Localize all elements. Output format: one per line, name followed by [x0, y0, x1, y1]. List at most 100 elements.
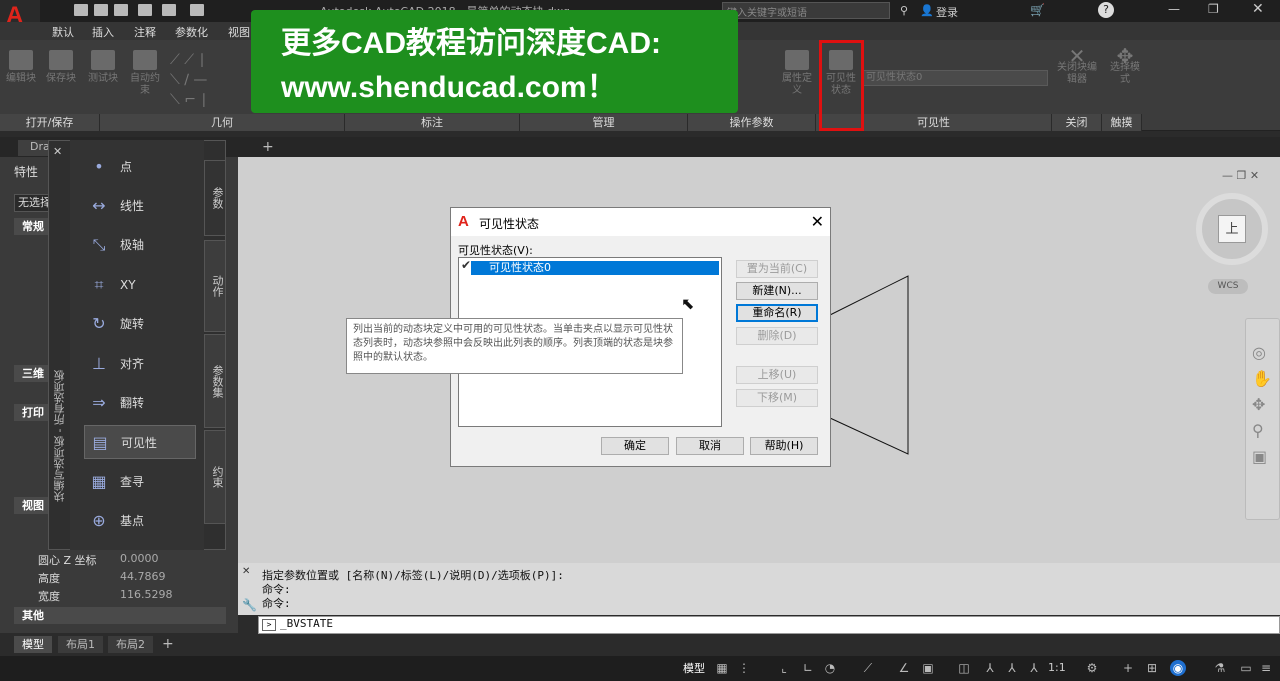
tab-model[interactable]: 模型: [14, 636, 52, 653]
grid-icon[interactable]: ▦: [714, 660, 730, 676]
auto-scale-icon[interactable]: ⅄: [1004, 660, 1020, 676]
palette-item-linear[interactable]: ↔ 线性: [84, 189, 196, 223]
section-view[interactable]: 视图: [14, 497, 50, 514]
palette-close-icon[interactable]: ✕: [53, 145, 62, 158]
quick-properties-icon[interactable]: ⊞: [1144, 660, 1160, 676]
palette-item-rotation[interactable]: ↻ 旋转: [84, 307, 196, 341]
model-space-toggle[interactable]: 模型: [683, 660, 705, 676]
dialog-close-icon[interactable]: ✕: [811, 212, 824, 231]
crosshair-plus-icon[interactable]: +: [1120, 660, 1136, 676]
new-file-icon[interactable]: [74, 4, 88, 16]
palette-item-xy[interactable]: ⌗ XY: [84, 268, 196, 302]
cart-icon[interactable]: 🛒: [1030, 3, 1045, 17]
user-icon[interactable]: 👤: [920, 4, 934, 17]
annotation-scale-icon[interactable]: ⅄: [1026, 660, 1042, 676]
login-link[interactable]: 登录: [936, 4, 958, 20]
ok-button[interactable]: 确定: [601, 437, 669, 455]
cancel-button[interactable]: 取消: [676, 437, 744, 455]
isolate-objects-icon[interactable]: ◉: [1170, 660, 1186, 676]
add-layout-plus-icon[interactable]: +: [162, 636, 174, 652]
new-state-button[interactable]: 新建(N)...: [736, 282, 818, 300]
palette-item-visibility[interactable]: ▤ 可见性: [84, 425, 196, 459]
save-icon[interactable]: [114, 4, 128, 16]
binoculars-icon[interactable]: ⚲: [900, 4, 908, 17]
section-general[interactable]: 常规: [14, 218, 50, 235]
tab-parametric[interactable]: 参数化: [175, 24, 208, 40]
print-icon[interactable]: [138, 4, 152, 16]
command-close-icon[interactable]: ✕: [242, 566, 250, 577]
minimize-icon[interactable]: —: [1168, 2, 1180, 16]
polar-tracking-icon[interactable]: ◔: [822, 660, 838, 676]
open-file-icon[interactable]: [94, 4, 108, 16]
restore-icon[interactable]: ❐: [1208, 2, 1219, 16]
move-down-button[interactable]: 下移(M): [736, 389, 818, 407]
command-customize-icon[interactable]: 🔧: [242, 598, 257, 612]
palette-tab-parameter-sets[interactable]: 参数集: [204, 334, 226, 428]
command-input[interactable]: > _BVSTATE: [258, 616, 1280, 634]
save-block-button[interactable]: 保存块: [44, 50, 78, 85]
object-snap-tracking-icon[interactable]: ∠: [896, 660, 912, 676]
ortho-icon[interactable]: ∟: [800, 660, 816, 676]
section-other[interactable]: 其他: [14, 607, 226, 624]
panel-manage[interactable]: 管理: [520, 114, 688, 131]
hardware-acceleration-icon[interactable]: ⚗: [1212, 660, 1228, 676]
section-3d[interactable]: 三维: [14, 365, 50, 382]
panel-open-save[interactable]: 打开/保存: [0, 114, 100, 131]
scale-dropdown[interactable]: 1:1: [1048, 661, 1066, 674]
help-button[interactable]: 帮助(H): [750, 437, 818, 455]
panel-action-params[interactable]: 操作参数: [688, 114, 816, 131]
nav-tools-icons[interactable]: ◎ ✋ ✥ ⚲ ▣: [1252, 340, 1272, 470]
select-mode-button[interactable]: ✥ 选择模式: [1108, 46, 1142, 86]
prop-value-center-z[interactable]: 0.0000: [120, 552, 159, 565]
edit-block-button[interactable]: 编辑块: [4, 50, 38, 85]
test-block-button[interactable]: 测试块: [86, 50, 120, 85]
geometry-tools-icon[interactable]: ⟋ ⟋ ∣ ⟍ ∕ — ⟍ ⌐ ∣: [170, 50, 250, 108]
prop-value-width[interactable]: 116.5298: [120, 588, 173, 601]
palette-item-point[interactable]: • 点: [84, 150, 196, 184]
tab-view[interactable]: 视图: [228, 24, 250, 40]
visibility-state-dropdown[interactable]: 可见性状态0: [862, 70, 1048, 86]
panel-close[interactable]: 关闭: [1052, 114, 1102, 131]
annotation-visibility-icon[interactable]: ⅄: [982, 660, 998, 676]
customize-menu-icon[interactable]: ≡: [1258, 660, 1274, 676]
object-snap-icon[interactable]: ▣: [920, 660, 936, 676]
panel-geometry[interactable]: 几何: [100, 114, 345, 131]
help-icon[interactable]: ?: [1098, 2, 1114, 18]
panel-dimension[interactable]: 标注: [345, 114, 520, 131]
palette-item-flip[interactable]: ⇒ 翻转: [84, 386, 196, 420]
palette-item-basepoint[interactable]: ⊕ 基点: [84, 504, 196, 538]
list-item[interactable]: 可见性状态0: [471, 261, 719, 275]
attribute-definition-button[interactable]: 属性定义: [780, 50, 814, 97]
tab-default[interactable]: 默认: [52, 24, 74, 40]
viewport-window-controls-icon[interactable]: — ❐ ✕: [1222, 169, 1259, 182]
tab-annotate[interactable]: 注释: [134, 24, 156, 40]
settings-gear-icon[interactable]: ⚙: [1084, 660, 1100, 676]
close-icon[interactable]: ✕: [1252, 1, 1264, 17]
snap-icon[interactable]: ⋮: [736, 660, 752, 676]
palette-tab-parameters[interactable]: 参数: [204, 160, 226, 236]
move-up-button[interactable]: 上移(U): [736, 366, 818, 384]
viewcube-top-face[interactable]: 上: [1218, 215, 1246, 243]
infer-constraints-icon[interactable]: ⌞: [776, 660, 792, 676]
redo-icon[interactable]: [190, 4, 204, 16]
new-tab-plus-icon[interactable]: +: [262, 139, 274, 155]
palette-item-lookup[interactable]: ▦ 查寻: [84, 465, 196, 499]
palette-tab-actions[interactable]: 动作: [204, 240, 226, 332]
section-print[interactable]: 打印: [14, 404, 50, 421]
auto-constrain-button[interactable]: 自动约束: [128, 50, 162, 97]
prop-value-height[interactable]: 44.7869: [120, 570, 166, 583]
palette-item-polar[interactable]: ⤡ 极轴: [84, 228, 196, 262]
close-block-editor-button[interactable]: ✕ 关闭块编辑器: [1054, 46, 1100, 86]
palette-item-alignment[interactable]: ⊥ 对齐: [84, 347, 196, 381]
delete-button[interactable]: 删除(D): [736, 327, 818, 345]
tab-layout2[interactable]: 布局2: [108, 636, 153, 653]
isometric-icon[interactable]: ⟋: [860, 660, 876, 676]
transparency-icon[interactable]: ◫: [956, 660, 972, 676]
panel-touch[interactable]: 触摸: [1102, 114, 1142, 131]
wcs-menu[interactable]: WCS: [1208, 279, 1248, 294]
palette-tab-constraints[interactable]: 约束: [204, 430, 226, 524]
undo-icon[interactable]: [162, 4, 176, 16]
tab-layout1[interactable]: 布局1: [58, 636, 103, 653]
clean-screen-icon[interactable]: ▭: [1238, 660, 1254, 676]
tab-insert[interactable]: 插入: [92, 24, 114, 40]
